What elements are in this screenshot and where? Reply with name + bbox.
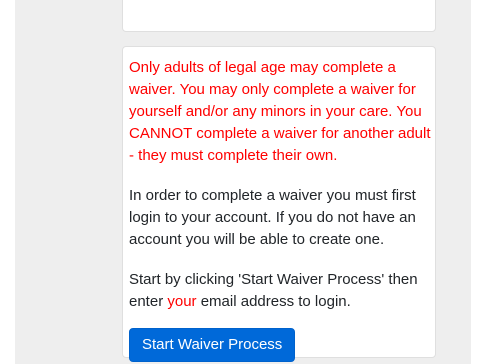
instructions-highlight: your	[167, 293, 197, 310]
previous-card	[122, 0, 436, 32]
waiver-info-card: Only adults of legal age may complete a …	[122, 46, 436, 362]
login-info-text: In order to complete a waiver you must f…	[129, 187, 416, 248]
card-body: Only adults of legal age may complete a …	[129, 57, 431, 362]
instructions-after: email address to login.	[196, 293, 351, 310]
start-waiver-process-button[interactable]: Start Waiver Process	[129, 328, 296, 362]
instructions-text: Start by clicking 'Start Waiver Process'…	[129, 269, 431, 313]
legal-age-warning: Only adults of legal age may complete a …	[129, 59, 431, 164]
